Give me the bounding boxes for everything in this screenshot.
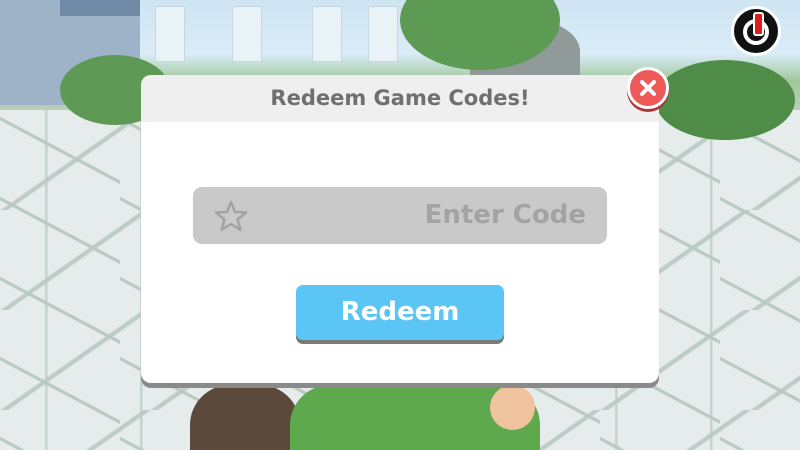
banner — [312, 6, 342, 62]
power-icon-bar — [753, 12, 764, 36]
code-input-placeholder: Enter Code — [424, 200, 586, 230]
player-character — [190, 385, 550, 450]
banner — [368, 6, 398, 62]
power-button[interactable] — [731, 6, 781, 56]
close-icon — [640, 80, 656, 96]
character-backpack — [190, 385, 300, 450]
banner — [232, 6, 262, 62]
modal-header: Redeem Game Codes! — [141, 75, 659, 122]
bush — [655, 60, 795, 140]
close-button[interactable] — [627, 67, 669, 109]
code-input[interactable]: Enter Code — [193, 187, 607, 244]
banner — [155, 6, 185, 62]
redeem-button-label: Redeem — [340, 297, 460, 327]
building-roof — [60, 0, 140, 16]
star-icon — [215, 200, 247, 232]
redeem-button[interactable]: Redeem — [296, 285, 504, 340]
modal-title: Redeem Game Codes! — [270, 86, 530, 110]
character-hand — [490, 385, 535, 430]
